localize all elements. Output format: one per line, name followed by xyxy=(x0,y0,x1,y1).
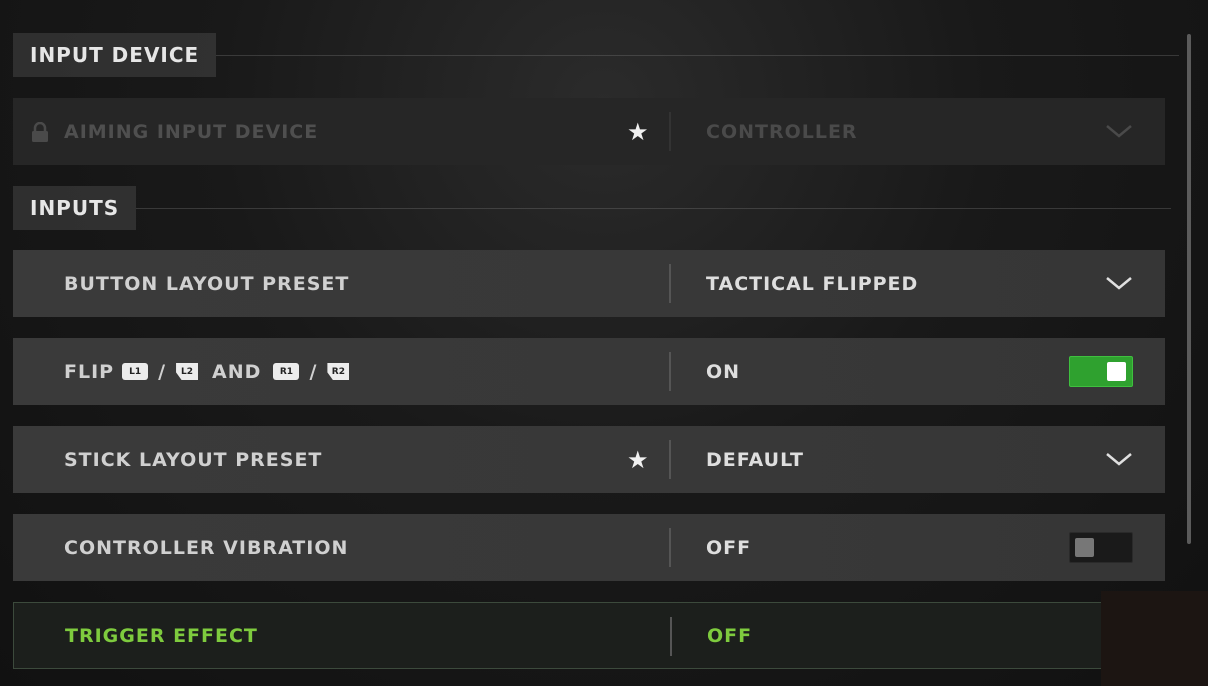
section-title-input-device: INPUT DEVICE xyxy=(13,33,217,77)
toggle-knob xyxy=(1075,538,1094,557)
section-header-inputs: INPUTS xyxy=(13,186,1172,230)
scrollbar[interactable] xyxy=(1187,34,1191,544)
column-divider xyxy=(669,352,671,391)
star-icon: ★ xyxy=(627,117,649,146)
chevron-down-icon[interactable] xyxy=(1105,448,1133,474)
setting-row-controller-vibration[interactable]: CONTROLLER VIBRATION OFF xyxy=(13,514,1165,581)
setting-label: AIMING INPUT DEVICE xyxy=(64,120,319,143)
setting-label: STICK LAYOUT PRESET xyxy=(64,448,323,471)
setting-value: OFF xyxy=(707,624,753,647)
toggle-knob xyxy=(1107,362,1126,381)
column-divider xyxy=(669,528,671,567)
slash-separator: / xyxy=(309,360,318,383)
setting-row-stick-layout-preset[interactable]: STICK LAYOUT PRESET ★ DEFAULT xyxy=(13,426,1165,493)
setting-row-trigger-effect[interactable]: TRIGGER EFFECT OFF xyxy=(13,602,1103,669)
toggle-switch-on[interactable] xyxy=(1069,356,1133,387)
setting-row-button-layout-preset[interactable]: BUTTON LAYOUT PRESET TACTICAL FLIPPED xyxy=(13,250,1165,317)
star-icon: ★ xyxy=(627,445,649,474)
column-divider xyxy=(670,617,672,656)
setting-label: FLIP L1 / L2 AND R1 / R2 xyxy=(64,338,351,405)
flip-label-text: FLIP xyxy=(64,360,115,383)
setting-label: CONTROLLER VIBRATION xyxy=(64,536,349,559)
section-header-input-device: INPUT DEVICE xyxy=(13,33,1180,77)
r1-button-icon: R1 xyxy=(273,363,300,380)
setting-value: CONTROLLER xyxy=(706,120,858,143)
r2-trigger-icon: R2 xyxy=(327,363,350,380)
l2-trigger-icon: L2 xyxy=(176,363,199,380)
toggle-switch-off[interactable] xyxy=(1069,532,1133,563)
setting-row-flip-bumpers-triggers[interactable]: FLIP L1 / L2 AND R1 / R2 ON xyxy=(13,338,1165,405)
chevron-down-icon[interactable] xyxy=(1105,272,1133,298)
lock-icon xyxy=(31,121,49,146)
setting-value: OFF xyxy=(706,536,752,559)
slash-separator: / xyxy=(158,360,167,383)
overlay-panel xyxy=(1101,591,1208,686)
setting-label: BUTTON LAYOUT PRESET xyxy=(64,272,350,295)
setting-value: ON xyxy=(706,360,741,383)
chevron-down-icon[interactable] xyxy=(1105,120,1133,146)
setting-label: TRIGGER EFFECT xyxy=(65,624,258,647)
setting-row-aiming-input-device[interactable]: AIMING INPUT DEVICE ★ CONTROLLER xyxy=(13,98,1165,165)
setting-value: TACTICAL FLIPPED xyxy=(706,272,919,295)
section-divider xyxy=(216,54,1180,56)
column-divider xyxy=(669,112,671,151)
section-divider xyxy=(136,207,1172,209)
column-divider xyxy=(669,440,671,479)
and-text: AND xyxy=(212,360,262,383)
section-title-inputs: INPUTS xyxy=(13,186,137,230)
setting-value: DEFAULT xyxy=(706,448,805,471)
column-divider xyxy=(669,264,671,303)
l1-button-icon: L1 xyxy=(122,363,149,380)
